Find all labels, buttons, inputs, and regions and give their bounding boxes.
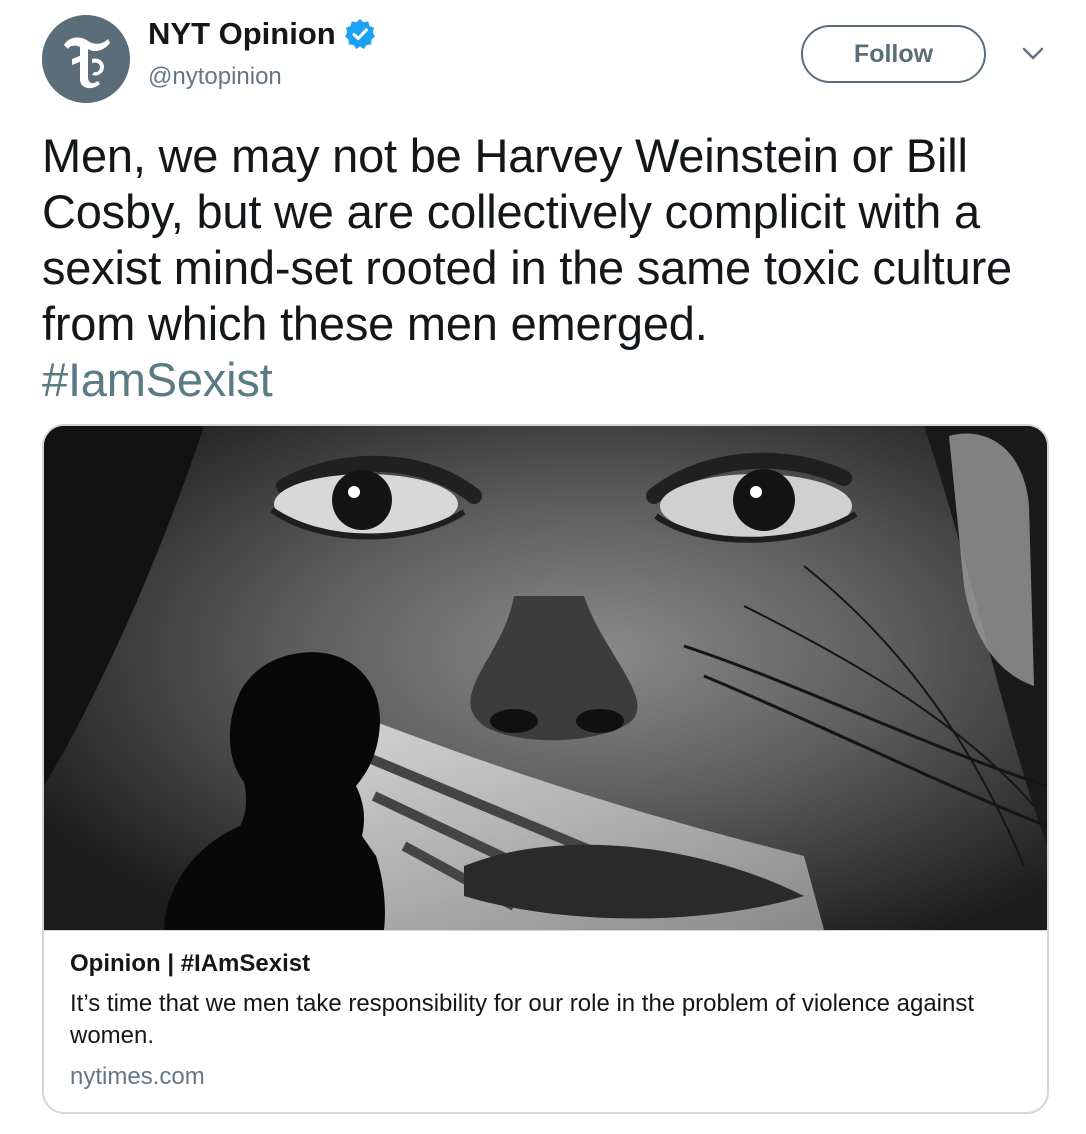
link-preview-card[interactable]: Opinion | #IAmSexist It’s time that we m… — [42, 424, 1049, 1114]
tweet: NYT Opinion @nytopinion Follow Men, we m… — [0, 0, 1086, 1134]
nyt-t-logo-icon — [42, 15, 130, 103]
silhouette-before-mural-photo — [44, 426, 1047, 930]
author-display-name[interactable]: NYT Opinion — [148, 14, 336, 54]
card-title: Opinion | #IAmSexist — [70, 950, 311, 977]
card-divider — [44, 930, 1047, 931]
follow-button[interactable]: Follow — [801, 25, 986, 83]
verified-badge-icon — [344, 18, 376, 50]
author-handle[interactable]: @nytopinion — [148, 60, 282, 94]
tweet-body: Men, we may not be Harvey Weinstein or B… — [42, 129, 1012, 350]
chevron-down-icon[interactable] — [1020, 44, 1046, 64]
profile-avatar[interactable] — [42, 15, 130, 103]
tweet-text: Men, we may not be Harvey Weinstein or B… — [42, 128, 1052, 408]
hashtag-link[interactable]: #IamSexist — [42, 352, 1052, 408]
author-name-row: NYT Opinion — [148, 14, 376, 54]
card-image — [44, 426, 1047, 930]
card-domain: nytimes.com — [70, 1063, 205, 1090]
card-description: It’s time that we men take responsibilit… — [70, 990, 975, 1049]
